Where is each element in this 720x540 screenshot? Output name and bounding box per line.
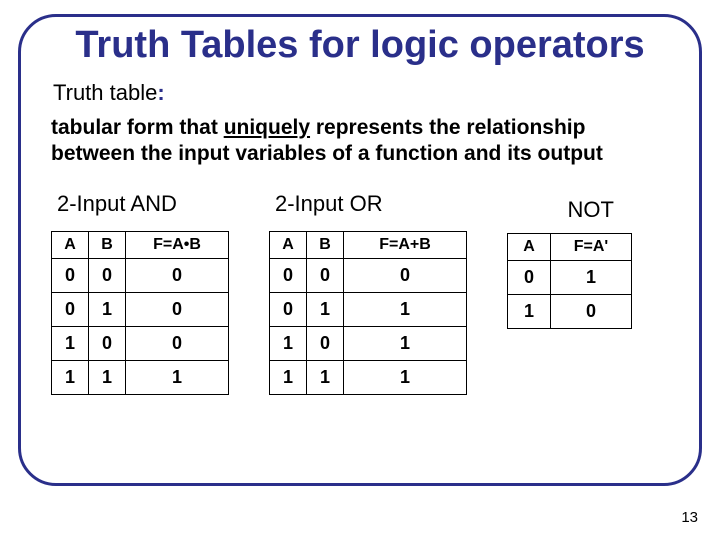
tables-row: 2-Input AND A B F=A•B 0 0 0 0 1 [51,191,669,395]
cell: 0 [270,293,307,327]
body-pre: tabular form that [51,116,224,139]
not-block: NOT A F=A' 0 1 1 0 [507,197,632,329]
cell: 0 [344,259,467,293]
cell: 0 [551,295,632,329]
cell: 1 [270,361,307,395]
table-row: 0 1 [508,261,632,295]
cell: 0 [307,327,344,361]
cell: 1 [508,295,551,329]
table-row: A B F=A+B [270,232,467,259]
cell: 0 [89,259,126,293]
table-row: 1 1 1 [52,361,229,395]
or-table: A B F=A+B 0 0 0 0 1 1 1 [269,231,467,395]
and-block: 2-Input AND A B F=A•B 0 0 0 0 1 [51,191,229,395]
not-h-f: F=A' [551,234,632,261]
table-row: 1 1 1 [270,361,467,395]
table-row: 0 1 0 [52,293,229,327]
or-caption: 2-Input OR [275,191,467,217]
cell: 0 [307,259,344,293]
cell: 1 [344,293,467,327]
cell: 1 [270,327,307,361]
table-row: 0 0 0 [270,259,467,293]
cell: 1 [307,293,344,327]
table-row: 1 0 1 [270,327,467,361]
cell: 1 [307,361,344,395]
cell: 0 [126,259,229,293]
or-block: 2-Input OR A B F=A+B 0 0 0 0 1 [269,191,467,395]
table-row: 1 0 0 [52,327,229,361]
title-row: Truth Tables for logic operators Truth t… [51,25,669,67]
subheading-label: Truth table [53,80,157,105]
cell: 0 [270,259,307,293]
cell: 0 [52,293,89,327]
cell: 1 [126,361,229,395]
page-title: Truth Tables for logic operators [51,25,669,67]
and-h-a: A [52,232,89,259]
body-text: tabular form that uniquely represents th… [51,115,669,168]
table-row: 0 1 1 [270,293,467,327]
table-row: A F=A' [508,234,632,261]
cell: 1 [89,293,126,327]
and-h-f: F=A•B [126,232,229,259]
and-h-b: B [89,232,126,259]
cell: 1 [52,327,89,361]
not-table: A F=A' 0 1 1 0 [507,233,632,329]
or-h-f: F=A+B [344,232,467,259]
cell: 0 [89,327,126,361]
subheading-colon: : [157,80,164,105]
cell: 1 [89,361,126,395]
slide-frame: Truth Tables for logic operators Truth t… [18,14,702,486]
subheading: Truth table: [53,80,165,106]
cell: 0 [508,261,551,295]
page-number: 13 [681,509,698,526]
or-h-a: A [270,232,307,259]
cell: 1 [344,361,467,395]
cell: 0 [52,259,89,293]
or-h-b: B [307,232,344,259]
slide: Truth Tables for logic operators Truth t… [0,0,720,540]
table-row: 1 0 [508,295,632,329]
cell: 0 [126,327,229,361]
table-row: A B F=A•B [52,232,229,259]
cell: 1 [52,361,89,395]
body-underlined: uniquely [224,116,310,139]
cell: 1 [551,261,632,295]
not-caption: NOT [507,197,632,223]
table-row: 0 0 0 [52,259,229,293]
not-h-a: A [508,234,551,261]
and-table: A B F=A•B 0 0 0 0 1 0 1 [51,231,229,395]
cell: 0 [126,293,229,327]
and-caption: 2-Input AND [57,191,229,217]
cell: 1 [344,327,467,361]
